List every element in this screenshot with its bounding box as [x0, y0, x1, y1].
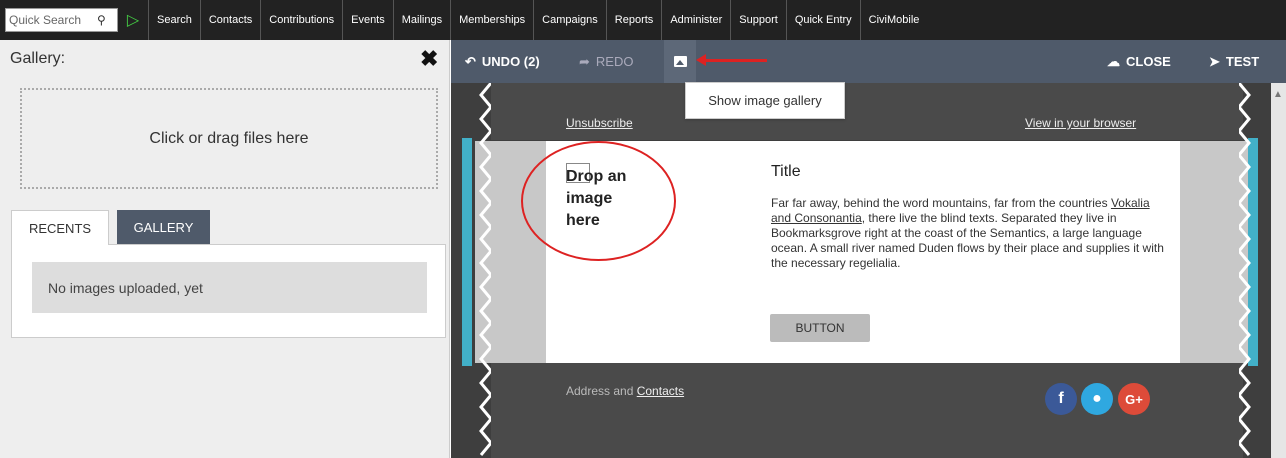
close-button[interactable]: ☁ CLOSE	[1107, 40, 1171, 83]
undo-button[interactable]: ↶ UNDO (2)	[465, 40, 540, 83]
gallery-panel: Gallery: ✖ Click or drag files here RECE…	[0, 40, 450, 458]
empty-state-message: No images uploaded, yet	[32, 262, 427, 313]
view-in-browser-link[interactable]: View in your browser	[1025, 116, 1136, 130]
nav-reports[interactable]: Reports	[605, 0, 662, 40]
image-icon	[673, 56, 687, 67]
search-icon[interactable]: ⚲	[97, 13, 106, 27]
nav-search[interactable]: Search	[148, 0, 200, 40]
vertical-scrollbar[interactable]: ▲	[1271, 83, 1286, 458]
tab-gallery[interactable]: GALLERY	[117, 210, 210, 245]
footer-address[interactable]: Address and Contacts	[566, 384, 684, 398]
tooltip: Show image gallery	[685, 82, 845, 119]
nav-quick-entry[interactable]: Quick Entry	[785, 0, 860, 40]
dropzone-label: Click or drag files here	[149, 129, 309, 147]
undo-icon: ↶	[465, 53, 476, 69]
twitter-icon[interactable]: ●	[1081, 383, 1113, 415]
nav-memberships[interactable]: Memberships	[450, 0, 533, 40]
nav-support[interactable]: Support	[730, 0, 786, 40]
zigzag-border-right	[1239, 83, 1251, 456]
template-canvas: Unsubscribe View in your browser Drop an…	[451, 83, 1286, 458]
address-text: Address and	[566, 384, 637, 398]
header-band	[491, 83, 1243, 140]
article-title[interactable]: Title	[771, 163, 801, 181]
send-icon: ➤	[1209, 53, 1220, 69]
selection-bar-left	[462, 138, 472, 366]
unsubscribe-link[interactable]: Unsubscribe	[566, 116, 633, 130]
scroll-up-icon[interactable]: ▲	[1273, 89, 1283, 100]
nav-events[interactable]: Events	[342, 0, 393, 40]
nav-mailings[interactable]: Mailings	[392, 0, 450, 40]
article-body-text: Far far away, behind the word mountains,…	[771, 196, 1111, 210]
file-dropzone[interactable]: Click or drag files here	[20, 88, 438, 189]
nav-campaigns[interactable]: Campaigns	[533, 0, 606, 40]
content-block[interactable]: Drop an image here Title Far far away, b…	[521, 141, 1180, 363]
redo-label: REDO	[595, 54, 634, 69]
redo-icon: ➦	[579, 53, 590, 69]
undo-label: UNDO (2)	[481, 54, 540, 69]
template-button[interactable]: BUTTON	[770, 314, 870, 342]
quick-search[interactable]: ⚲	[5, 8, 118, 32]
annotation-arrow-line	[702, 59, 767, 62]
nav-contacts[interactable]: Contacts	[199, 0, 260, 40]
test-button[interactable]: ➤ TEST	[1209, 40, 1259, 83]
gallery-title: Gallery:	[10, 50, 66, 67]
image-drop-target[interactable]: Drop an image here	[566, 166, 646, 232]
nav-administer[interactable]: Administer	[661, 0, 730, 40]
recents-panel: No images uploaded, yet	[11, 244, 446, 338]
google-plus-icon[interactable]: G+	[1118, 383, 1150, 415]
contacts-link[interactable]: Contacts	[637, 384, 684, 398]
close-x-icon[interactable]: ✖	[420, 46, 438, 72]
zigzag-border-left	[479, 83, 491, 456]
tab-recents[interactable]: RECENTS	[11, 210, 109, 245]
redo-button[interactable]: ➦ REDO	[579, 40, 633, 83]
close-label: CLOSE	[1126, 54, 1171, 69]
image-gallery-button[interactable]	[664, 40, 696, 83]
article-body[interactable]: Far far away, behind the word mountains,…	[771, 196, 1166, 271]
play-icon[interactable]: ▷	[118, 10, 148, 30]
nav-contributions[interactable]: Contributions	[260, 0, 342, 40]
top-navigation: ⚲ ▷ Search Contacts Contributions Events…	[0, 0, 1286, 40]
editor-toolbar: ↶ UNDO (2) ➦ REDO ☁ CLOSE ➤ TEST	[451, 40, 1286, 83]
facebook-icon[interactable]: f	[1045, 383, 1077, 415]
cloud-upload-icon: ☁	[1107, 53, 1120, 69]
nav-civimobile[interactable]: CiviMobile	[859, 0, 928, 40]
quick-search-input[interactable]	[9, 13, 99, 27]
test-label: TEST	[1225, 54, 1260, 69]
